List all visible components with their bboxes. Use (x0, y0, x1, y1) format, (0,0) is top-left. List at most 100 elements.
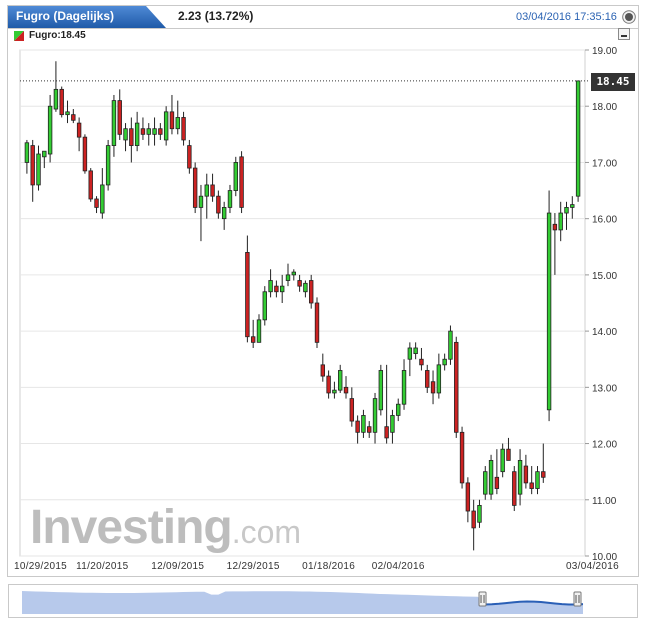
y-tick-label: 11.00 (592, 496, 617, 507)
candle-body (517, 460, 523, 495)
candle-body (221, 207, 227, 220)
candle-body (71, 114, 76, 121)
candle-body (355, 420, 360, 433)
candle-body (407, 347, 413, 360)
candle-body (129, 128, 134, 146)
candle-body (419, 358, 424, 366)
candle-body (24, 142, 30, 163)
candle-body (198, 195, 204, 208)
candle-body (459, 431, 465, 484)
x-tick-label: 02/04/2016 (372, 561, 425, 572)
y-tick-label: 19.00 (592, 46, 617, 57)
x-tick-label: 11/20/2015 (76, 561, 128, 572)
candle-body (291, 271, 296, 276)
candle-body (216, 195, 221, 214)
candle-body (210, 184, 215, 197)
x-tick-label: 03/04/2016 (566, 561, 619, 572)
x-tick-label: 12/09/2015 (151, 561, 204, 572)
candle-body (146, 128, 151, 135)
candle-body (274, 285, 279, 293)
y-tick-label: 12.00 (592, 440, 617, 451)
candle-body (76, 122, 82, 138)
candle-body (349, 398, 355, 422)
candle-body (535, 471, 540, 489)
candle-body (245, 251, 250, 338)
y-tick-label: 14.00 (592, 327, 617, 338)
candle-body (529, 482, 534, 489)
y-tick-label: 16.00 (592, 215, 617, 226)
candle-body (483, 471, 488, 495)
candle-body (158, 128, 163, 135)
candle-body (384, 426, 389, 439)
candle-body (239, 156, 244, 208)
candle-body (82, 136, 88, 172)
candle-body (465, 482, 471, 512)
candle-body (279, 285, 285, 293)
price-chart: 10.0011.0012.0013.0014.0015.0016.0017.00… (14, 46, 619, 572)
candle-body (53, 88, 59, 110)
y-tick-label: 15.00 (592, 271, 617, 282)
candle-body (332, 389, 337, 394)
candle-body (320, 364, 326, 377)
candle-body (570, 204, 575, 208)
candle-body (134, 122, 140, 146)
candle-body (94, 198, 99, 208)
candle-body (477, 504, 482, 523)
candle-body (88, 170, 93, 200)
candle-body (47, 105, 53, 155)
candle-body (541, 471, 546, 478)
candle-body (42, 150, 47, 158)
candle-body (204, 184, 209, 197)
last-price-tag: 18.45 (591, 73, 635, 91)
candle-body (454, 341, 459, 433)
candle-body (65, 111, 70, 116)
candle-body (378, 370, 384, 411)
candle-body (309, 280, 314, 304)
candle-body (285, 274, 291, 281)
candle-body (564, 207, 569, 214)
candle-body (262, 291, 267, 321)
candle-body (181, 117, 186, 141)
candle-body (390, 415, 395, 433)
candle-body (227, 190, 233, 208)
y-tick-label: 13.00 (592, 383, 617, 394)
candle-body (558, 212, 563, 231)
candle-body (326, 375, 331, 394)
candle-body (575, 80, 581, 197)
candle-body (100, 184, 105, 214)
candle-body (59, 88, 64, 116)
candle-body (169, 111, 175, 130)
candle-body (506, 448, 511, 461)
navigator-frame (8, 584, 638, 618)
candle-body (512, 471, 517, 506)
y-tick-label: 17.00 (592, 158, 617, 169)
candle-body (163, 111, 169, 141)
candle-body (500, 448, 505, 473)
candle-body (117, 100, 122, 135)
candle-body (442, 358, 447, 366)
candle-body (523, 465, 529, 484)
candle-body (30, 145, 35, 186)
candle-body (140, 128, 146, 135)
candle-body (401, 370, 407, 405)
candle-body (372, 398, 378, 433)
candle-body (413, 347, 418, 355)
candle-body (361, 415, 366, 433)
candle-body (425, 370, 430, 388)
plot-area (19, 49, 586, 557)
candle-body (192, 167, 198, 208)
x-tick-label: 12/29/2015 (227, 561, 280, 572)
candle-body (471, 510, 476, 529)
y-tick-label: 18.00 (592, 102, 617, 113)
candle-body (111, 100, 117, 146)
candle-body (303, 282, 308, 293)
candle-body (448, 330, 453, 360)
candle-body (552, 223, 558, 231)
candle-body (494, 476, 500, 489)
candle-body (175, 117, 180, 130)
candle-body (105, 145, 111, 186)
x-tick-label: 01/18/2016 (302, 561, 355, 572)
candle-body (256, 319, 262, 343)
candle-body (343, 386, 349, 394)
candle-body (152, 128, 157, 135)
